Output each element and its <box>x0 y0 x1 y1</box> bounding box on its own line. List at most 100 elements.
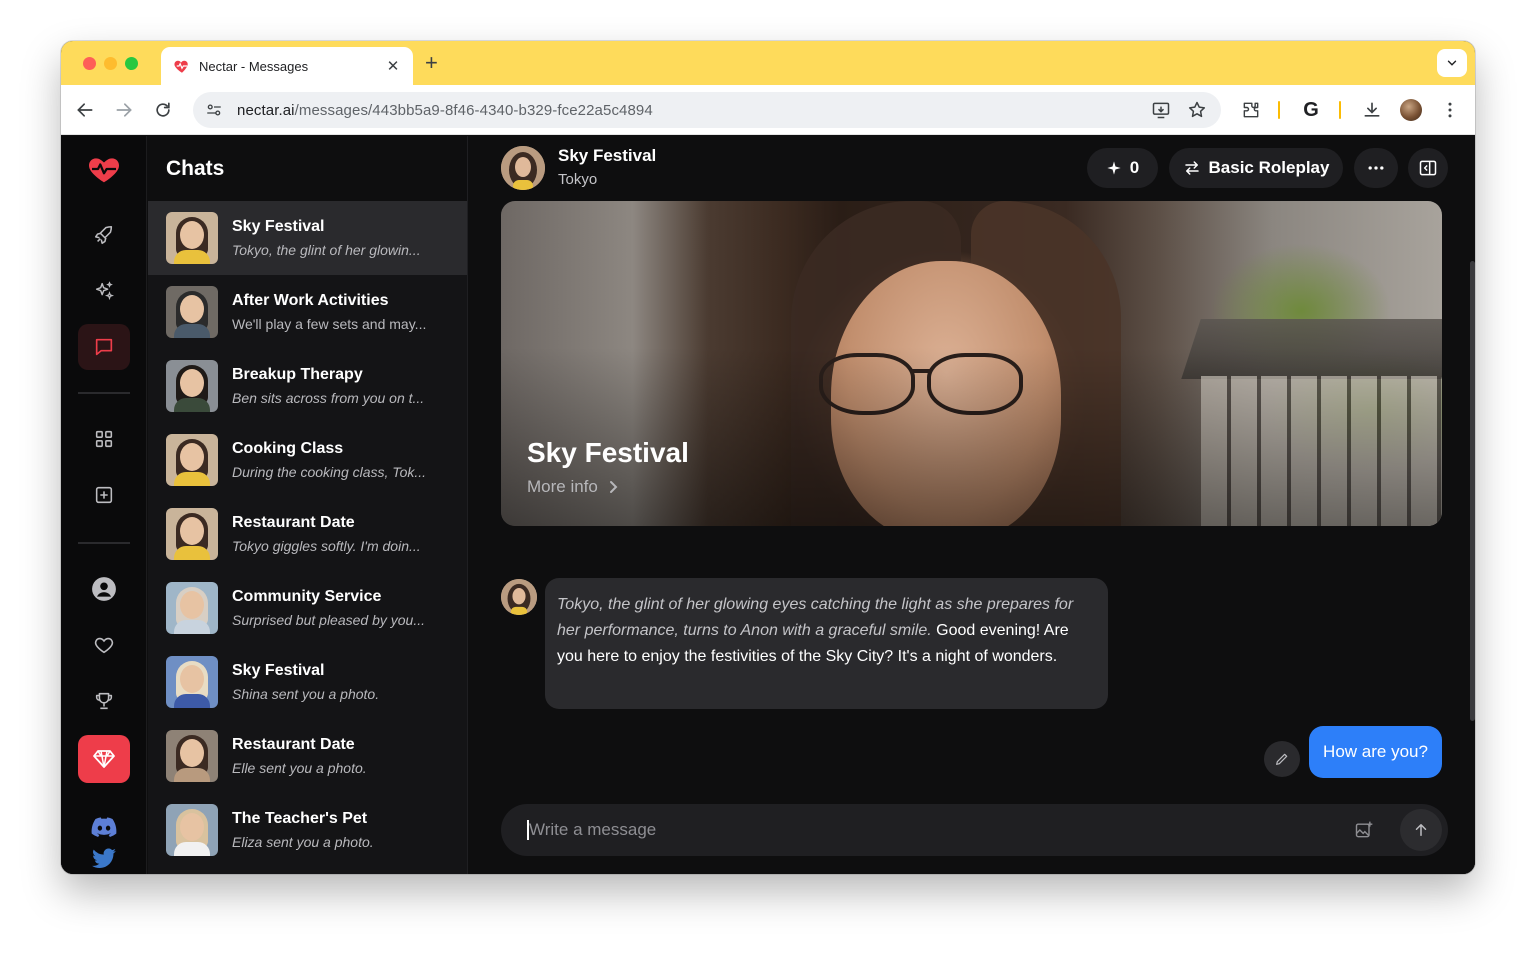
ellipsis-icon <box>1368 166 1384 170</box>
reload-icon <box>156 102 170 117</box>
address-bar[interactable]: nectar.ai/messages/443bb5a9-8f46-4340-b3… <box>193 92 1221 128</box>
chat-list-item[interactable]: Restaurant Date Elle sent you a photo. <box>148 719 467 793</box>
chat-list-item[interactable]: The Teacher's Pet Eliza sent you a photo. <box>148 793 467 867</box>
bookmark-star-icon[interactable] <box>1185 98 1209 122</box>
chat-list-item[interactable]: Breakup Therapy Ben sits across from you … <box>148 349 467 423</box>
close-window-button[interactable] <box>83 57 96 70</box>
maximize-window-button[interactable] <box>125 57 138 70</box>
chat-text: Restaurant Date Elle sent you a photo. <box>232 736 452 776</box>
chat-title: The Teacher's Pet <box>232 810 368 827</box>
rail-discord[interactable] <box>78 804 130 850</box>
browser-toolbar: nectar.ai/messages/443bb5a9-8f46-4340-b3… <box>61 85 1475 135</box>
rail-explore[interactable] <box>78 212 130 258</box>
bot-message-bubble: Tokyo, the glint of her glowing eyes cat… <box>545 578 1108 709</box>
heart-icon <box>94 637 114 654</box>
points-button[interactable]: 0 <box>1087 148 1158 188</box>
arrow-left-icon <box>77 103 93 117</box>
rocket-icon <box>94 225 113 245</box>
toggle-panel-button[interactable] <box>1408 148 1448 188</box>
gem-icon <box>93 750 115 768</box>
chat-list-item[interactable]: Cooking Class During the cooking class, T… <box>148 423 467 497</box>
rail-premium[interactable] <box>78 735 130 783</box>
chat-bubble-icon <box>95 338 113 356</box>
edit-message-button[interactable] <box>1264 741 1300 777</box>
chat-avatar <box>166 730 218 782</box>
rail-discover[interactable] <box>78 268 130 314</box>
heart-pulse-logo-icon <box>88 158 120 183</box>
chat-list-header: Chats <box>148 136 467 201</box>
rail-gallery[interactable] <box>78 416 130 462</box>
grid-icon <box>95 430 113 448</box>
back-button[interactable] <box>73 98 97 122</box>
url-text[interactable]: nectar.ai/messages/443bb5a9-8f46-4340-b3… <box>237 102 1149 119</box>
more-options-button[interactable] <box>1354 148 1398 188</box>
tab-search-button[interactable] <box>1437 49 1467 77</box>
chat-text: Sky Festival Tokyo, the glint of her glow… <box>232 218 452 258</box>
mode-label: Basic Roleplay <box>1208 158 1330 177</box>
new-tab-button[interactable]: + <box>425 51 438 75</box>
discord-icon <box>91 817 117 837</box>
attach-image-button[interactable] <box>1350 816 1378 844</box>
twitter-icon <box>92 848 116 868</box>
rail-messages[interactable] <box>78 324 130 370</box>
chat-list-item[interactable]: Sky Festival Shina sent you a photo. <box>148 645 467 719</box>
conversation-header: Sky Festival Tokyo 0 Basic Roleplay <box>469 136 1475 201</box>
chat-preview: Tokyo giggles softly. I'm doin... <box>232 538 421 554</box>
rail-favorites[interactable] <box>78 622 130 668</box>
scenario-hero-banner[interactable]: Sky Festival More info <box>501 201 1442 526</box>
download-icon[interactable] <box>1360 98 1384 122</box>
chat-list-item[interactable]: Restaurant Date Tokyo giggles softly. I'm… <box>148 497 467 571</box>
send-button[interactable] <box>1400 809 1442 851</box>
rail-twitter[interactable] <box>78 848 130 874</box>
bot-message-avatar[interactable] <box>501 579 537 615</box>
chat-avatar <box>166 286 218 338</box>
conversation-scrollbar[interactable] <box>1470 261 1475 721</box>
chat-preview: Elle sent you a photo. <box>232 760 367 776</box>
chat-list-item[interactable]: After Work Activities We'll play a few se… <box>148 275 467 349</box>
chat-list-item[interactable]: Community Service Surprised but pleased b… <box>148 571 467 645</box>
message-input[interactable] <box>527 820 1350 840</box>
hero-title: Sky Festival <box>527 437 689 468</box>
chat-avatar <box>166 656 218 708</box>
toolbar-divider <box>1278 101 1280 119</box>
chat-title: Sky Festival <box>232 218 325 235</box>
rail-create[interactable] <box>78 472 130 518</box>
swap-arrows-icon <box>1183 159 1201 177</box>
chat-preview: Shina sent you a photo. <box>232 686 380 702</box>
nectar-logo[interactable] <box>78 146 130 192</box>
hero-gradient <box>501 201 1442 526</box>
character-name: Tokyo <box>558 171 598 188</box>
nectar-favicon-icon <box>174 60 188 73</box>
site-settings-icon[interactable] <box>205 101 223 119</box>
rail-profile[interactable] <box>78 566 130 612</box>
chat-preview: Tokyo, the glint of her glowin... <box>232 242 421 258</box>
user-message-bubble: How are you? <box>1309 726 1442 778</box>
rail-divider <box>78 542 130 544</box>
more-info-link[interactable]: More info <box>527 477 618 497</box>
profile-avatar[interactable] <box>1399 98 1423 122</box>
chat-list-panel: Chats Sky Festival Tokyo, the glint of he… <box>148 136 473 874</box>
chat-text: The Teacher's Pet Eliza sent you a photo. <box>232 810 452 850</box>
toolbar-divider <box>1339 101 1341 119</box>
forward-button[interactable] <box>112 98 136 122</box>
google-extension-icon[interactable]: G <box>1299 98 1323 122</box>
pencil-icon <box>1276 753 1288 765</box>
user-icon <box>92 577 116 601</box>
mode-switch-button[interactable]: Basic Roleplay <box>1169 148 1343 188</box>
chat-title: Sky Festival <box>232 662 325 679</box>
chat-text: After Work Activities We'll play a few se… <box>232 292 452 332</box>
minimize-window-button[interactable] <box>104 57 117 70</box>
install-app-icon[interactable] <box>1149 98 1173 122</box>
reload-button[interactable] <box>151 98 175 122</box>
tab-close-icon[interactable]: ✕ <box>385 57 401 75</box>
browser-tab-active[interactable]: Nectar - Messages ✕ <box>161 47 413 85</box>
extensions-icon[interactable] <box>1239 98 1263 122</box>
sparkle-icon <box>1106 160 1122 176</box>
character-avatar[interactable] <box>501 146 545 190</box>
chat-list-item[interactable]: Sky Festival Tokyo, the glint of her glow… <box>148 201 467 275</box>
browser-window: Nectar - Messages ✕ + nectar.ai/messages… <box>61 41 1475 874</box>
conversation-title: Sky Festival <box>558 146 657 165</box>
rail-leaderboard[interactable] <box>78 678 130 724</box>
chat-avatar <box>166 582 218 634</box>
browser-menu-icon[interactable] <box>1438 98 1462 122</box>
